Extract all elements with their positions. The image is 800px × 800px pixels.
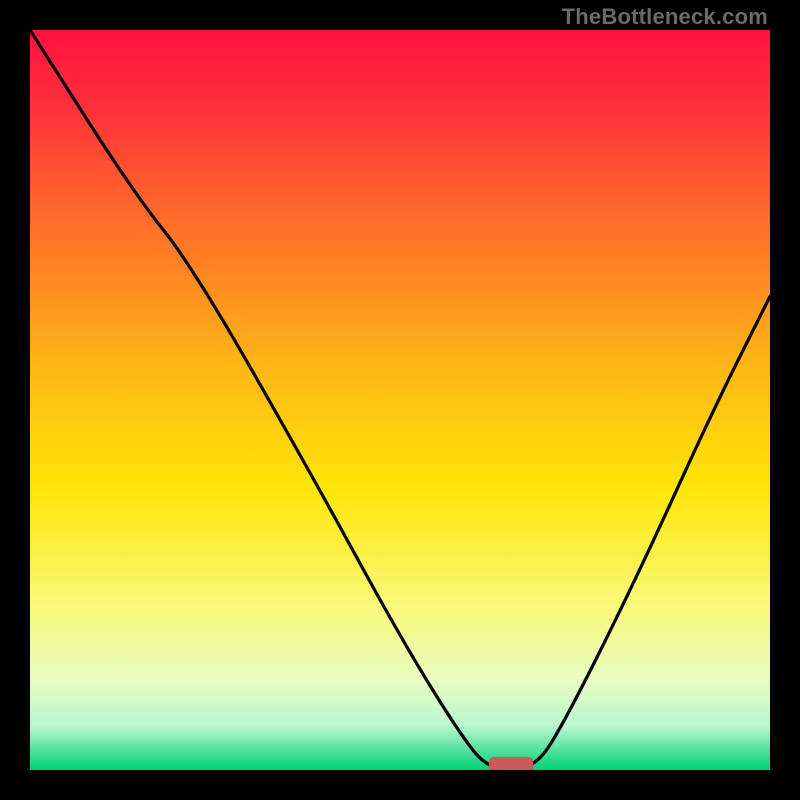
optimal-marker [489, 757, 533, 770]
gradient-background [30, 30, 770, 770]
plot-area [30, 30, 770, 770]
watermark-text: TheBottleneck.com [562, 4, 768, 30]
chart-svg [30, 30, 770, 770]
chart-frame: TheBottleneck.com [0, 0, 800, 800]
